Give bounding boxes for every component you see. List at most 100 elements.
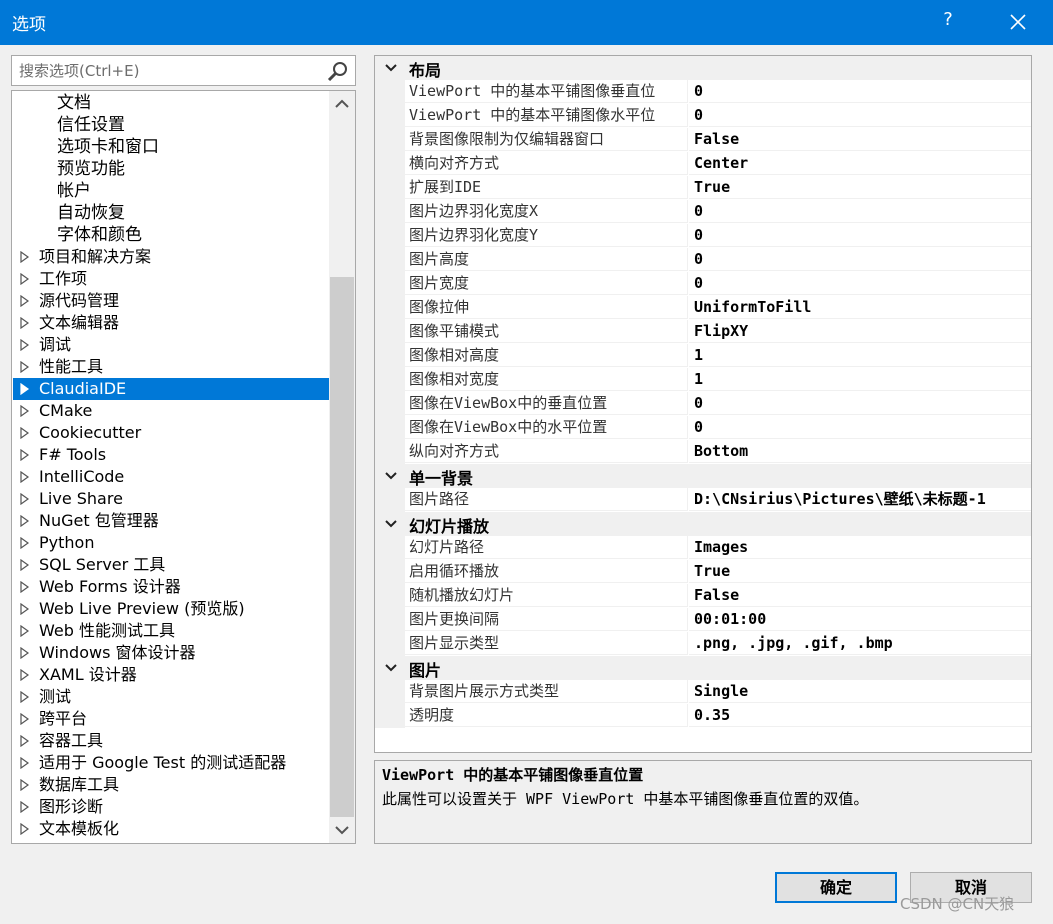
tree-item[interactable]: Windows 窗体设计器 <box>13 642 329 664</box>
tree-item[interactable]: 字体和颜色 <box>13 224 329 246</box>
tree-item[interactable]: IntelliCode <box>13 466 329 488</box>
expand-arrow-icon[interactable] <box>20 273 30 285</box>
expand-arrow-icon[interactable] <box>20 669 30 681</box>
property-row[interactable]: 图像拉伸 UniformToFill <box>375 296 1031 320</box>
close-button[interactable] <box>1003 7 1033 37</box>
tree-item[interactable]: 数据库工具 <box>13 774 329 796</box>
property-value[interactable]: 0 <box>689 392 1031 415</box>
expand-arrow-icon[interactable] <box>20 493 30 505</box>
property-value[interactable]: 0 <box>689 104 1031 127</box>
tree-item[interactable]: 适用于 Google Test 的测试适配器 <box>13 752 329 774</box>
tree-item[interactable]: CMake <box>13 400 329 422</box>
ok-button[interactable]: 确定 <box>775 872 897 903</box>
category-header[interactable]: 单一背景 <box>375 464 1031 488</box>
search-input[interactable] <box>12 56 322 85</box>
property-row[interactable]: 图像相对宽度 1 <box>375 368 1031 392</box>
expand-arrow-icon[interactable] <box>20 537 30 549</box>
expand-arrow-icon[interactable] <box>20 449 30 461</box>
property-row[interactable]: 背景图像限制为仅编辑器窗口 False <box>375 128 1031 152</box>
tree-item[interactable]: XAML 设计器 <box>13 664 329 686</box>
expand-arrow-icon[interactable] <box>20 427 30 439</box>
property-row[interactable]: 横向对齐方式 Center <box>375 152 1031 176</box>
tree-item[interactable]: Cookiecutter <box>13 422 329 444</box>
property-value[interactable]: 00:01:00 <box>689 608 1031 631</box>
chevron-down-icon[interactable] <box>384 470 398 482</box>
property-value[interactable]: Bottom <box>689 440 1031 463</box>
tree-item[interactable]: ClaudiaIDE <box>13 378 329 400</box>
property-value[interactable]: 1 <box>689 344 1031 367</box>
chevron-down-icon[interactable] <box>384 662 398 674</box>
expand-arrow-icon[interactable] <box>20 691 30 703</box>
help-button[interactable]: ? <box>938 9 958 30</box>
tree-item[interactable]: 容器工具 <box>13 730 329 752</box>
expand-arrow-icon[interactable] <box>20 471 30 483</box>
search-icon[interactable] <box>327 61 349 85</box>
expand-arrow-icon[interactable] <box>20 251 30 263</box>
expand-arrow-icon[interactable] <box>20 603 30 615</box>
tree-item[interactable]: 跨平台 <box>13 708 329 730</box>
expand-arrow-icon[interactable] <box>20 801 30 813</box>
tree-item[interactable]: 帐户 <box>13 180 329 202</box>
property-row[interactable]: 背景图片展示方式类型 Single <box>375 680 1031 704</box>
property-row[interactable]: 幻灯片路径 Images <box>375 536 1031 560</box>
category-header[interactable]: 图片 <box>375 656 1031 680</box>
property-value[interactable]: 1 <box>689 368 1031 391</box>
property-row[interactable]: ViewPort 中的基本平铺图像垂直位 0 <box>375 80 1031 104</box>
property-row[interactable]: 随机播放幻灯片 False <box>375 584 1031 608</box>
property-value[interactable]: 0 <box>689 200 1031 223</box>
property-value[interactable]: 0 <box>689 416 1031 439</box>
expand-arrow-icon[interactable] <box>20 779 30 791</box>
tree-item[interactable]: 预览功能 <box>13 158 329 180</box>
property-row[interactable]: 图片高度 0 <box>375 248 1031 272</box>
tree-item[interactable]: 自动恢复 <box>13 202 329 224</box>
property-value[interactable]: False <box>689 584 1031 607</box>
tree-item[interactable]: Live Share <box>13 488 329 510</box>
expand-arrow-icon[interactable] <box>20 383 30 395</box>
property-value[interactable]: Center <box>689 152 1031 175</box>
property-value[interactable]: FlipXY <box>689 320 1031 343</box>
property-value[interactable]: D:\CNsirius\Pictures\壁纸\未标题-1 <box>689 488 1031 511</box>
tree-item[interactable]: 文本模板化 <box>13 818 329 840</box>
tree-item[interactable]: 调试 <box>13 334 329 356</box>
scroll-up-button[interactable] <box>329 91 355 117</box>
property-row[interactable]: 图像在ViewBox中的垂直位置 0 <box>375 392 1031 416</box>
category-header[interactable]: 布局 <box>375 56 1031 80</box>
expand-arrow-icon[interactable] <box>20 581 30 593</box>
property-row[interactable]: 图像平铺模式 FlipXY <box>375 320 1031 344</box>
scroll-thumb[interactable] <box>330 277 354 817</box>
property-value[interactable]: Images <box>689 536 1031 559</box>
property-row[interactable]: 图像相对高度 1 <box>375 344 1031 368</box>
expand-arrow-icon[interactable] <box>20 625 30 637</box>
expand-arrow-icon[interactable] <box>20 515 30 527</box>
tree-item[interactable]: 选项卡和窗口 <box>13 136 329 158</box>
tree-item[interactable]: Web 性能测试工具 <box>13 620 329 642</box>
expand-arrow-icon[interactable] <box>20 823 30 835</box>
expand-arrow-icon[interactable] <box>20 295 30 307</box>
tree-item[interactable]: 源代码管理 <box>13 290 329 312</box>
property-row[interactable]: 图片路径 D:\CNsirius\Pictures\壁纸\未标题-1 <box>375 488 1031 512</box>
property-row[interactable]: 图片边界羽化宽度X 0 <box>375 200 1031 224</box>
tree-item[interactable]: 性能工具 <box>13 356 329 378</box>
chevron-down-icon[interactable] <box>384 518 398 530</box>
expand-arrow-icon[interactable] <box>20 757 30 769</box>
tree-item[interactable]: 测试 <box>13 686 329 708</box>
property-row[interactable]: 图片显示类型 .png, .jpg, .gif, .bmp <box>375 632 1031 656</box>
property-value[interactable]: 0 <box>689 272 1031 295</box>
property-row[interactable]: 图片更换间隔 00:01:00 <box>375 608 1031 632</box>
tree-item[interactable]: Web Live Preview (预览版) <box>13 598 329 620</box>
property-value[interactable]: 0 <box>689 80 1031 103</box>
property-value[interactable]: True <box>689 560 1031 583</box>
scroll-down-button[interactable] <box>329 817 355 843</box>
property-row[interactable]: 纵向对齐方式 Bottom <box>375 440 1031 464</box>
tree-item[interactable]: SQL Server 工具 <box>13 554 329 576</box>
tree-item[interactable]: Web Forms 设计器 <box>13 576 329 598</box>
tree-item[interactable]: F# Tools <box>13 444 329 466</box>
property-value[interactable]: 0 <box>689 248 1031 271</box>
tree-item[interactable]: 工作项 <box>13 268 329 290</box>
property-value[interactable]: True <box>689 176 1031 199</box>
property-row[interactable]: 图片边界羽化宽度Y 0 <box>375 224 1031 248</box>
property-value[interactable]: 0 <box>689 224 1031 247</box>
tree-item[interactable]: NuGet 包管理器 <box>13 510 329 532</box>
property-value[interactable]: False <box>689 128 1031 151</box>
expand-arrow-icon[interactable] <box>20 339 30 351</box>
